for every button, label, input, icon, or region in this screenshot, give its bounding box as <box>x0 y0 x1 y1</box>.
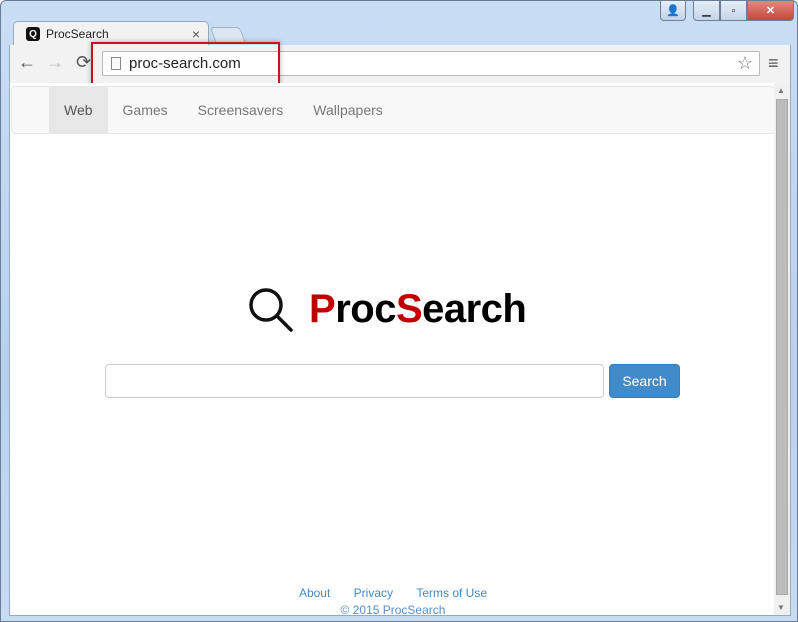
search-button[interactable]: Search <box>609 364 680 398</box>
scrollbar[interactable]: ▲ ▼ <box>774 83 790 615</box>
footer-terms-link[interactable]: Terms of Use <box>416 586 487 600</box>
logo: ProcSearch <box>246 285 527 333</box>
reload-icon[interactable]: ⟳ <box>76 52 91 73</box>
forward-icon[interactable]: → <box>46 52 64 73</box>
logo-s: S <box>395 286 423 331</box>
browser-window: 👤 ▁ ▫ ✕ Q ProcSearch × ← → ⟳ proc-search… <box>0 0 798 622</box>
url-highlight-box <box>91 42 280 86</box>
logo-earch: earch <box>422 286 527 331</box>
scroll-up-icon[interactable]: ▲ <box>777 86 785 95</box>
logo-p: P <box>309 286 336 331</box>
close-icon: ✕ <box>765 5 776 17</box>
user-button[interactable]: 👤 <box>660 1 686 21</box>
tab-close-icon[interactable]: × <box>192 26 200 42</box>
navbar: Web Games Screensavers Wallpapers <box>11 86 775 134</box>
back-icon[interactable]: ← <box>18 52 36 73</box>
nav-wallpapers[interactable]: Wallpapers <box>298 87 398 133</box>
nav-games[interactable]: Games <box>108 87 183 133</box>
user-icon: 👤 <box>666 5 680 17</box>
logo-text: ProcSearch <box>309 286 527 332</box>
footer-privacy-link[interactable]: Privacy <box>354 586 393 600</box>
menu-icon[interactable]: ≡ <box>768 53 779 74</box>
scroll-thumb[interactable] <box>776 99 788 595</box>
maximize-button[interactable]: ▫ <box>720 1 747 21</box>
scroll-down-icon[interactable]: ▼ <box>777 603 785 612</box>
close-window-button[interactable]: ✕ <box>747 1 794 21</box>
minimize-icon: ▁ <box>702 5 711 17</box>
favicon-icon: Q <box>26 27 40 41</box>
bookmark-star-icon[interactable]: ☆ <box>737 53 753 74</box>
minimize-button[interactable]: ▁ <box>693 1 720 21</box>
nav-web[interactable]: Web <box>49 87 108 133</box>
page-content: Web Games Screensavers Wallpapers ProcSe… <box>9 83 791 617</box>
maximize-icon: ▫ <box>731 4 736 17</box>
magnifier-icon <box>249 288 293 332</box>
footer-about-link[interactable]: About <box>299 586 330 600</box>
tab-title: ProcSearch <box>46 27 109 41</box>
logo-roc: roc <box>335 286 396 331</box>
footer: About Privacy Terms of Use © 2015 ProcSe… <box>10 586 776 617</box>
nav-screensavers[interactable]: Screensavers <box>183 87 299 133</box>
copyright: © 2015 ProcSearch <box>340 603 446 617</box>
search-input[interactable] <box>105 364 604 398</box>
